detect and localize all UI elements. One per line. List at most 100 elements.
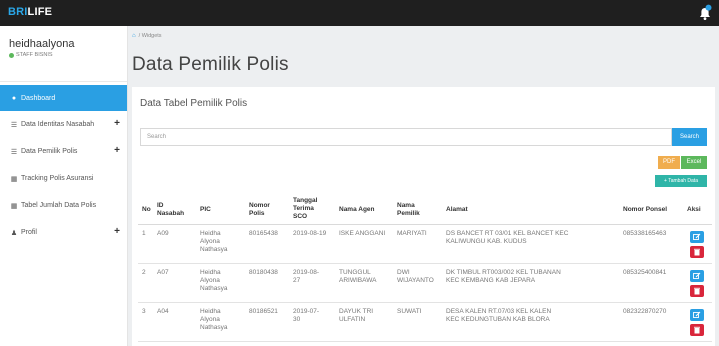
cell-ponsel: 085325400841 <box>623 269 667 276</box>
cell-pic-line1: Heidha <box>200 308 221 315</box>
cell-nomor: 80165438 <box>249 230 278 237</box>
delete-button[interactable] <box>690 246 704 258</box>
trash-icon <box>694 287 700 295</box>
brand-logo-part2: LIFE <box>27 6 53 18</box>
home-icon[interactable]: ⌂ <box>132 33 136 39</box>
cell-no: 2 <box>142 269 146 276</box>
delete-button[interactable] <box>690 285 704 297</box>
header-nama-agen: Nama Agen <box>339 206 375 213</box>
edit-icon <box>693 233 701 240</box>
table-row: 3 A04 Heidha Alyona Nathasya 80186521 20… <box>138 303 712 342</box>
header-aksi: Aksi <box>687 206 701 213</box>
cell-pic-line3: Nathasya <box>200 246 228 253</box>
sidebar-item-data-identitas-nasabah[interactable]: ☰ Data Identitas Nasabah + <box>0 111 127 138</box>
cell-pic-line2: Alyona <box>200 316 220 323</box>
user-role-label: STAFF BISNIS <box>16 52 53 58</box>
search-button[interactable]: Search <box>672 128 707 146</box>
delete-button[interactable] <box>690 324 704 336</box>
user-name: heidhaalyona <box>9 38 75 50</box>
sidebar-item-dashboard[interactable]: ● Dashboard <box>0 85 127 111</box>
notification-bell-icon[interactable] <box>698 4 712 22</box>
header-nomor-line2: Polis <box>249 210 265 217</box>
trash-icon <box>694 248 700 256</box>
expand-plus-icon[interactable]: + <box>114 146 120 156</box>
cell-nomor: 80186521 <box>249 308 278 315</box>
breadcrumb-current: Widgets <box>141 33 162 39</box>
header-ponsel: Nomor Ponsel <box>623 206 668 213</box>
cell-alamat-line2: KALIWUNGU KAB. KUDUS <box>446 238 527 245</box>
edit-icon <box>693 272 701 279</box>
sidebar-item-label: Data Pemilik Polis <box>21 148 78 155</box>
user-role: STAFF BISNIS <box>9 52 127 58</box>
cell-pic-line2: Alyona <box>200 277 220 284</box>
header-no: No <box>142 206 151 213</box>
edit-icon <box>693 311 701 318</box>
table-row: 1 A09 Heidha Alyona Nathasya 80165438 20… <box>138 225 712 264</box>
cell-tanggal-line2: 27 <box>293 277 301 284</box>
brand-logo[interactable]: BRILIFE <box>8 6 52 18</box>
expand-plus-icon[interactable]: + <box>114 119 120 129</box>
user-icon: ♟ <box>10 229 18 237</box>
sidebar-item-tracking-polis-asuransi[interactable]: ▦ Tracking Polis Asuransi <box>0 165 127 192</box>
header-pic: PIC <box>200 206 211 213</box>
cell-agen-line2: ARIWIBAWA <box>339 277 377 284</box>
cell-nomor: 80180438 <box>249 269 278 276</box>
header-pemilik-line1: Nama <box>397 202 415 209</box>
cell-tanggal-line1: 2019-08- <box>293 269 320 276</box>
header-tanggal-line1: Tanggal <box>293 197 318 204</box>
cell-agen-line1: TUNGGUL <box>339 269 371 276</box>
header-id-line1: ID <box>157 202 164 209</box>
sidebar-menu: ● Dashboard ☰ Data Identitas Nasabah + ☰… <box>0 82 127 246</box>
sidebar-item-label: Tracking Polis Asuransi <box>21 175 94 182</box>
list-icon: ☰ <box>10 121 18 129</box>
header-id-line2: Nasabah <box>157 210 185 217</box>
trash-icon <box>694 326 700 334</box>
export-excel-button[interactable]: Excel <box>681 156 707 169</box>
expand-plus-icon[interactable]: + <box>114 227 120 237</box>
cell-no: 1 <box>142 230 146 237</box>
cell-alamat-line1: DK TIMBUL RT003/002 KEL TUBANAN <box>446 269 561 276</box>
sidebar-item-label: Data Identitas Nasabah <box>21 121 95 128</box>
cell-agen-line2: ULFATIN <box>339 316 366 323</box>
dashboard-icon: ● <box>11 94 17 102</box>
cell-pemilik-line2: WIJAYANTO <box>397 277 434 284</box>
sidebar-item-profil[interactable]: ♟ Profil + <box>0 219 127 246</box>
edit-button[interactable] <box>690 270 704 282</box>
sidebar-item-label: Tabel Jumlah Data Polis <box>21 202 97 209</box>
user-profile-box: heidhaalyona STAFF BISNIS <box>0 26 127 82</box>
cell-id: A07 <box>157 269 169 276</box>
cell-tanggal-line1: 2019-07- <box>293 308 320 315</box>
page-title: Data Pemilik Polis <box>132 54 289 75</box>
cell-pic-line3: Nathasya <box>200 285 228 292</box>
cell-id: A04 <box>157 308 169 315</box>
list-icon: ☰ <box>10 148 18 156</box>
cell-ponsel: 082322870270 <box>623 308 667 315</box>
cell-pic-line2: Alyona <box>200 238 220 245</box>
table-header: No ID Nasabah PIC Nomor Polis Tanggal Te… <box>138 192 712 225</box>
edit-button[interactable] <box>690 309 704 321</box>
cell-tanggal-line2: 30 <box>293 316 301 323</box>
cell-pic-line1: Heidha <box>200 269 221 276</box>
sidebar-item-tabel-jumlah-data-polis[interactable]: ▦ Tabel Jumlah Data Polis <box>0 192 127 219</box>
sidebar: heidhaalyona STAFF BISNIS ● Dashboard ☰ … <box>0 26 128 346</box>
brand-logo-part1: BRI <box>8 6 28 18</box>
cell-pemilik-line1: SUWATI <box>397 308 422 315</box>
cell-id: A09 <box>157 230 169 237</box>
cell-pemilik-line1: MARIYATI <box>397 230 427 237</box>
cell-pic-line3: Nathasya <box>200 324 228 331</box>
cell-agen-line1: ISKE ANGGANI <box>339 230 386 237</box>
sidebar-item-data-pemilik-polis[interactable]: ☰ Data Pemilik Polis + <box>0 138 127 165</box>
search-input[interactable]: Search <box>140 128 672 146</box>
add-data-button[interactable]: + Tambah Data <box>655 175 707 187</box>
calendar-icon: ▦ <box>10 175 18 183</box>
edit-button[interactable] <box>690 231 704 243</box>
header-alamat: Alamat <box>446 206 468 213</box>
header-pemilik-line2: Pemilik <box>397 210 420 217</box>
sidebar-item-label: Dashboard <box>21 94 56 102</box>
data-card: Data Tabel Pemilik Polis Search Search P… <box>132 87 715 346</box>
export-pdf-button[interactable]: PDF <box>658 156 680 169</box>
cell-pemilik-line1: DWI <box>397 269 410 276</box>
cell-alamat-line1: DESA KALEN RT.07/03 KEL KALEN <box>446 308 552 315</box>
cell-alamat-line1: DS BANCET RT 03/01 KEL BANCET KEC <box>446 230 569 237</box>
header-tanggal-line2: Terima <box>293 205 314 212</box>
